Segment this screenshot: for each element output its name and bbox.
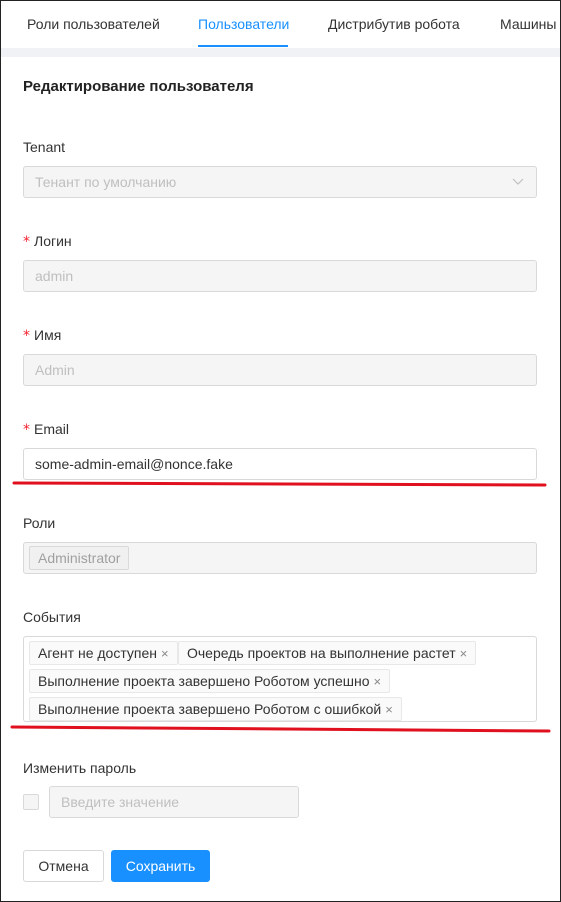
tab-users[interactable]: Пользователи bbox=[198, 16, 289, 32]
event-tag: Очередь проектов на выполнение растет × bbox=[178, 641, 477, 665]
events-select[interactable]: Агент не доступен × Очередь проектов на в… bbox=[23, 636, 537, 722]
email-input[interactable]: some-admin-email@nonce.fake bbox=[23, 448, 537, 480]
tab-machines[interactable]: Машины bbox=[500, 16, 556, 32]
name-label-text: Имя bbox=[34, 327, 62, 343]
login-label-text: Логин bbox=[34, 233, 72, 249]
required-marker: * bbox=[23, 234, 30, 250]
roles-label: Роли bbox=[23, 515, 56, 531]
event-tag-label: Выполнение проекта завершено Роботом усп… bbox=[38, 673, 370, 689]
tenant-select-value: Тенант по умолчанию bbox=[35, 174, 177, 190]
event-tag-label: Очередь проектов на выполнение растет bbox=[187, 645, 456, 661]
close-icon[interactable]: × bbox=[460, 646, 468, 661]
role-tag: Administrator bbox=[29, 546, 130, 570]
required-marker: * bbox=[23, 328, 30, 344]
close-icon[interactable]: × bbox=[161, 646, 169, 661]
required-marker: * bbox=[23, 422, 30, 438]
tenant-select[interactable]: Тенант по умолчанию bbox=[23, 166, 537, 198]
roles-select[interactable]: Administrator bbox=[23, 542, 537, 574]
save-button[interactable]: Сохранить bbox=[111, 850, 210, 882]
email-label: * Email bbox=[23, 421, 69, 438]
email-label-text: Email bbox=[34, 421, 70, 437]
tab-bar: Роли пользователей Пользователи Дистрибу… bbox=[1, 1, 560, 49]
tabs-divider bbox=[1, 48, 560, 57]
change-password-label: Изменить пароль bbox=[23, 760, 137, 776]
event-tag-label: Выполнение проекта завершено Роботом с о… bbox=[38, 701, 382, 717]
tab-user-roles[interactable]: Роли пользователей bbox=[27, 16, 160, 32]
event-tag: Выполнение проекта завершено Роботом усп… bbox=[29, 669, 391, 693]
chevron-down-icon bbox=[512, 178, 524, 185]
password-input[interactable]: Введите значение bbox=[49, 786, 299, 818]
close-icon[interactable]: × bbox=[374, 674, 382, 689]
events-label: События bbox=[23, 609, 81, 625]
tenant-label: Tenant bbox=[23, 139, 66, 155]
login-label: * Логин bbox=[23, 233, 72, 250]
cancel-button[interactable]: Отмена bbox=[23, 850, 104, 882]
event-tag-label: Агент не доступен bbox=[38, 645, 157, 661]
change-password-checkbox[interactable] bbox=[23, 794, 39, 810]
event-tag: Выполнение проекта завершено Роботом с о… bbox=[29, 697, 402, 721]
tab-robot-distribution[interactable]: Дистрибутив робота bbox=[328, 16, 460, 32]
name-label: * Имя bbox=[23, 327, 61, 344]
login-input[interactable]: admin bbox=[23, 260, 537, 292]
name-input[interactable]: Admin bbox=[23, 354, 537, 386]
page-title: Редактирование пользователя bbox=[23, 78, 254, 95]
event-tag: Агент не доступен × bbox=[29, 641, 178, 665]
close-icon[interactable]: × bbox=[385, 702, 393, 717]
active-tab-indicator bbox=[198, 45, 288, 47]
